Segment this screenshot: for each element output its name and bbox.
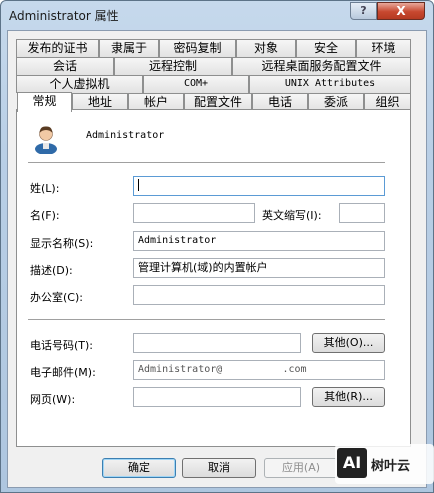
- description-field[interactable]: 管理计算机(域)的内置帐户: [133, 258, 385, 278]
- tab-unix-attributes[interactable]: UNIX Attributes: [249, 75, 411, 93]
- tab-general[interactable]: 常规: [17, 92, 72, 112]
- tab-com-plus[interactable]: COM+: [143, 75, 249, 93]
- help-button[interactable]: ?: [350, 2, 377, 20]
- display-name-label: 显示名称(S):: [30, 237, 94, 250]
- surname-field[interactable]: [133, 176, 385, 196]
- phone-label: 电话号码(T):: [30, 339, 94, 352]
- tab-object[interactable]: 对象: [236, 39, 296, 57]
- cancel-button[interactable]: 取消: [182, 458, 256, 478]
- email-label: 电子邮件(M):: [30, 366, 96, 379]
- text-caret: [138, 179, 139, 191]
- title-bar: Administrator 属性 ? X: [1, 1, 433, 29]
- apply-button[interactable]: 应用(A): [264, 458, 338, 478]
- window-title: Administrator 属性: [9, 9, 119, 23]
- surname-label: 姓(L):: [30, 182, 60, 195]
- separator-top: [28, 162, 385, 163]
- tab-environment[interactable]: 环境: [356, 39, 411, 57]
- initials-label: 英文缩写(I):: [262, 209, 322, 222]
- ok-button[interactable]: 确定: [102, 458, 176, 478]
- user-avatar-icon: [35, 126, 57, 154]
- tab-password-replication[interactable]: 密码复制: [159, 39, 236, 57]
- given-name-label: 名(F):: [30, 209, 60, 222]
- display-name-field[interactable]: Administrator: [133, 231, 385, 251]
- webpage-other-button[interactable]: 其他(R)...: [312, 387, 385, 407]
- tab-sessions[interactable]: 会话: [16, 57, 114, 75]
- close-button[interactable]: X: [377, 2, 425, 20]
- tab-remote-control[interactable]: 远程控制: [114, 57, 232, 75]
- given-name-field[interactable]: [133, 203, 255, 223]
- tab-published-certificates[interactable]: 发布的证书: [16, 39, 99, 57]
- office-label: 办公室(C):: [30, 291, 83, 304]
- phone-field[interactable]: [133, 333, 301, 353]
- tab-personal-virtual-desktop[interactable]: 个人虚拟机: [16, 75, 143, 93]
- phone-other-button[interactable]: 其他(O)...: [312, 333, 385, 353]
- office-field[interactable]: [133, 285, 385, 305]
- webpage-field[interactable]: [133, 387, 301, 407]
- watermark-logo: AI: [337, 448, 367, 478]
- tab-member-of[interactable]: 隶属于: [99, 39, 159, 57]
- watermark-text: 树叶云: [371, 459, 411, 474]
- initials-field[interactable]: [339, 203, 385, 223]
- email-field[interactable]: Administrator@ .com: [133, 360, 385, 380]
- site-watermark: AI 树叶云: [335, 444, 434, 484]
- tab-security[interactable]: 安全: [296, 39, 356, 57]
- separator-middle: [28, 319, 385, 320]
- tab-remote-desktop-profile[interactable]: 远程桌面服务配置文件: [232, 57, 411, 75]
- description-label: 描述(D):: [30, 264, 73, 277]
- webpage-label: 网页(W):: [30, 393, 76, 406]
- user-display-name: Administrator: [86, 130, 165, 141]
